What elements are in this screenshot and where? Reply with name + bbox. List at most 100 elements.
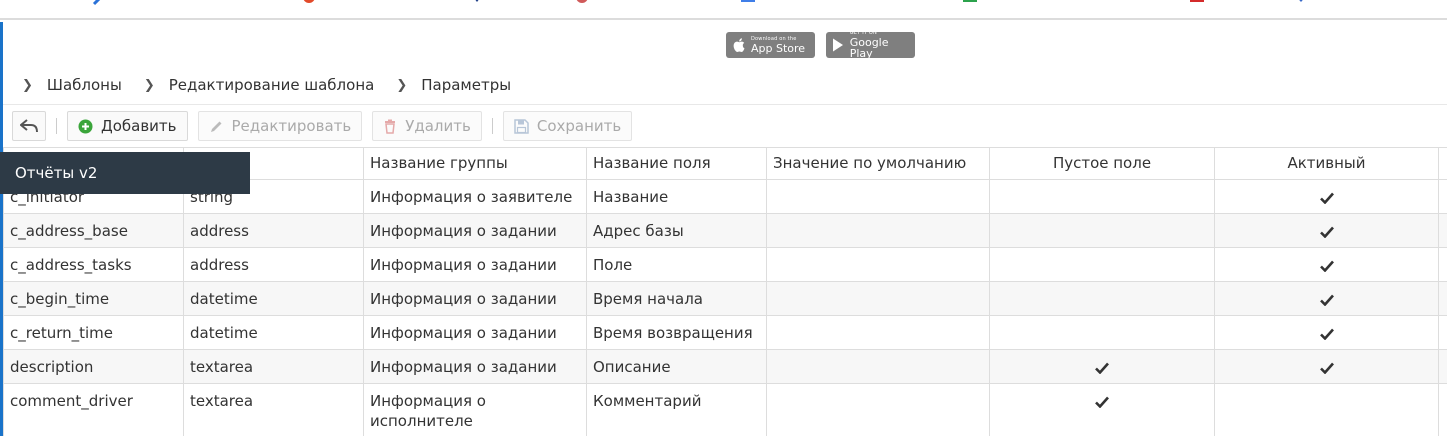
breadcrumb-item-templates[interactable]: ❯ Шаблоны xyxy=(22,76,122,94)
checkmark-icon xyxy=(1095,396,1109,408)
cell-group: Информация о задании xyxy=(363,315,587,350)
toolbar-divider xyxy=(491,118,493,134)
cell-extra xyxy=(1438,383,1447,436)
cell-code: description xyxy=(3,349,184,384)
add-button-label: Добавить xyxy=(101,117,177,135)
bookmark-icon[interactable] xyxy=(302,0,316,6)
app-store-badge[interactable]: Download on the App Store xyxy=(726,32,815,58)
bookmark-icon[interactable] xyxy=(963,0,977,6)
table-row[interactable]: c_return_time datetime Информация о задани… xyxy=(3,315,1447,350)
checkmark-icon xyxy=(1319,192,1334,204)
breadcrumb-label: Шаблоны xyxy=(46,76,122,94)
breadcrumb-item-parameters[interactable]: ❯ Параметры xyxy=(396,76,511,94)
column-header-extra[interactable] xyxy=(1438,147,1447,180)
table-row[interactable]: description textarea Информация о задании О… xyxy=(3,349,1447,384)
cell-code: c_return_time xyxy=(3,315,184,350)
cell-type: datetime xyxy=(183,315,364,350)
cell-extra xyxy=(1438,315,1447,350)
column-header-active[interactable]: Активный xyxy=(1214,147,1439,180)
cell-group: Информация о задании xyxy=(363,349,587,384)
delete-button-label: Удалить xyxy=(405,117,471,135)
delete-button[interactable]: Удалить xyxy=(372,111,482,141)
cell-default xyxy=(766,315,990,350)
cell-field: Время начала xyxy=(586,281,767,316)
pencil-icon xyxy=(209,119,224,134)
apple-icon xyxy=(732,37,746,53)
divider xyxy=(3,104,1447,105)
cell-field: Поле xyxy=(586,247,767,282)
back-button[interactable] xyxy=(12,111,46,141)
cell-code: c_address_base xyxy=(3,213,184,248)
cell-group: Информация о задании xyxy=(363,213,587,248)
cell-active xyxy=(1214,213,1439,248)
cell-type: textarea xyxy=(183,383,364,436)
cell-default xyxy=(766,281,990,316)
cell-active xyxy=(1214,281,1439,316)
cell-type: address xyxy=(183,247,364,282)
column-header-empty[interactable]: Пустое поле xyxy=(989,147,1215,180)
plus-circle-icon xyxy=(78,119,93,134)
table-row[interactable]: c_address_base address Информация о задани… xyxy=(3,213,1447,248)
cell-extra xyxy=(1438,179,1447,214)
breadcrumb-label: Параметры xyxy=(421,76,512,94)
cell-active xyxy=(1214,247,1439,282)
cell-empty xyxy=(989,383,1215,436)
breadcrumb-label: Редактирование шаблона xyxy=(168,76,375,94)
bookmark-icon[interactable] xyxy=(470,0,484,6)
bookmark-icon[interactable] xyxy=(1294,0,1308,6)
add-button[interactable]: Добавить xyxy=(67,111,188,141)
cell-group: Информация о исполнителе xyxy=(363,383,587,436)
app-store-label: App Store xyxy=(751,41,806,55)
cell-default xyxy=(766,179,990,214)
checkmark-icon xyxy=(1095,362,1109,374)
cell-code: comment_driver xyxy=(3,383,184,436)
bookmarks-bar xyxy=(0,0,1447,20)
cell-group: Информация о задании xyxy=(363,281,587,316)
cell-extra xyxy=(1438,213,1447,248)
save-button-label: Сохранить xyxy=(536,117,622,135)
table-row[interactable]: c_begin_time datetime Информация о задании… xyxy=(3,281,1447,316)
cell-active xyxy=(1214,383,1439,436)
edit-button[interactable]: Редактировать xyxy=(197,111,363,141)
checkmark-icon xyxy=(1319,328,1334,340)
cell-empty xyxy=(989,213,1215,248)
column-header-group[interactable]: Название группы xyxy=(363,147,587,180)
checkmark-icon xyxy=(1319,226,1334,238)
google-play-label: Google Play xyxy=(849,36,889,60)
cell-active xyxy=(1214,179,1439,214)
reports-v2-panel[interactable]: Отчёты v2 xyxy=(0,152,250,194)
cell-type: address xyxy=(183,213,364,248)
table-row[interactable]: comment_driver textarea Информация о испол… xyxy=(3,383,1447,436)
undo-arrow-icon xyxy=(20,119,38,133)
breadcrumb-item-edit-template[interactable]: ❯ Редактирование шаблона xyxy=(144,76,375,94)
reports-v2-label: Отчёты v2 xyxy=(15,164,98,182)
bookmark-icon[interactable] xyxy=(575,0,589,6)
cell-field: Название xyxy=(586,179,767,214)
cell-empty xyxy=(989,349,1215,384)
app-store-small-text: Download on the xyxy=(751,35,797,42)
bookmark-icon[interactable] xyxy=(92,0,106,6)
cell-type: textarea xyxy=(183,349,364,384)
cell-active xyxy=(1214,349,1439,384)
cell-active xyxy=(1214,315,1439,350)
chevron-right-icon: ❯ xyxy=(396,77,408,93)
cell-default xyxy=(766,247,990,282)
edit-button-label: Редактировать xyxy=(231,117,352,135)
cell-extra xyxy=(1438,281,1447,316)
checkmark-icon xyxy=(1319,362,1334,374)
breadcrumb: ❯ Шаблоны ❯ Редактирование шаблона ❯ Пар… xyxy=(22,74,533,96)
bookmark-icon[interactable] xyxy=(741,0,755,6)
cell-empty xyxy=(989,179,1215,214)
column-header-default[interactable]: Значение по умолчанию xyxy=(766,147,990,180)
bookmark-icon[interactable] xyxy=(1190,0,1204,6)
toolbar: Добавить Редактировать Удалить Сохранить xyxy=(12,111,642,141)
save-button[interactable]: Сохранить xyxy=(502,111,633,141)
checkmark-icon xyxy=(1319,260,1334,272)
column-header-field[interactable]: Название поля xyxy=(586,147,767,180)
cell-group: Информация о заявителе xyxy=(363,179,587,214)
cell-field: Комментарий xyxy=(586,383,767,436)
table-row[interactable]: c_address_tasks address Информация о задан… xyxy=(3,247,1447,282)
google-play-icon xyxy=(832,37,845,53)
cell-group: Информация о задании xyxy=(363,247,587,282)
google-play-badge[interactable]: GET IT ON Google Play xyxy=(826,31,915,60)
